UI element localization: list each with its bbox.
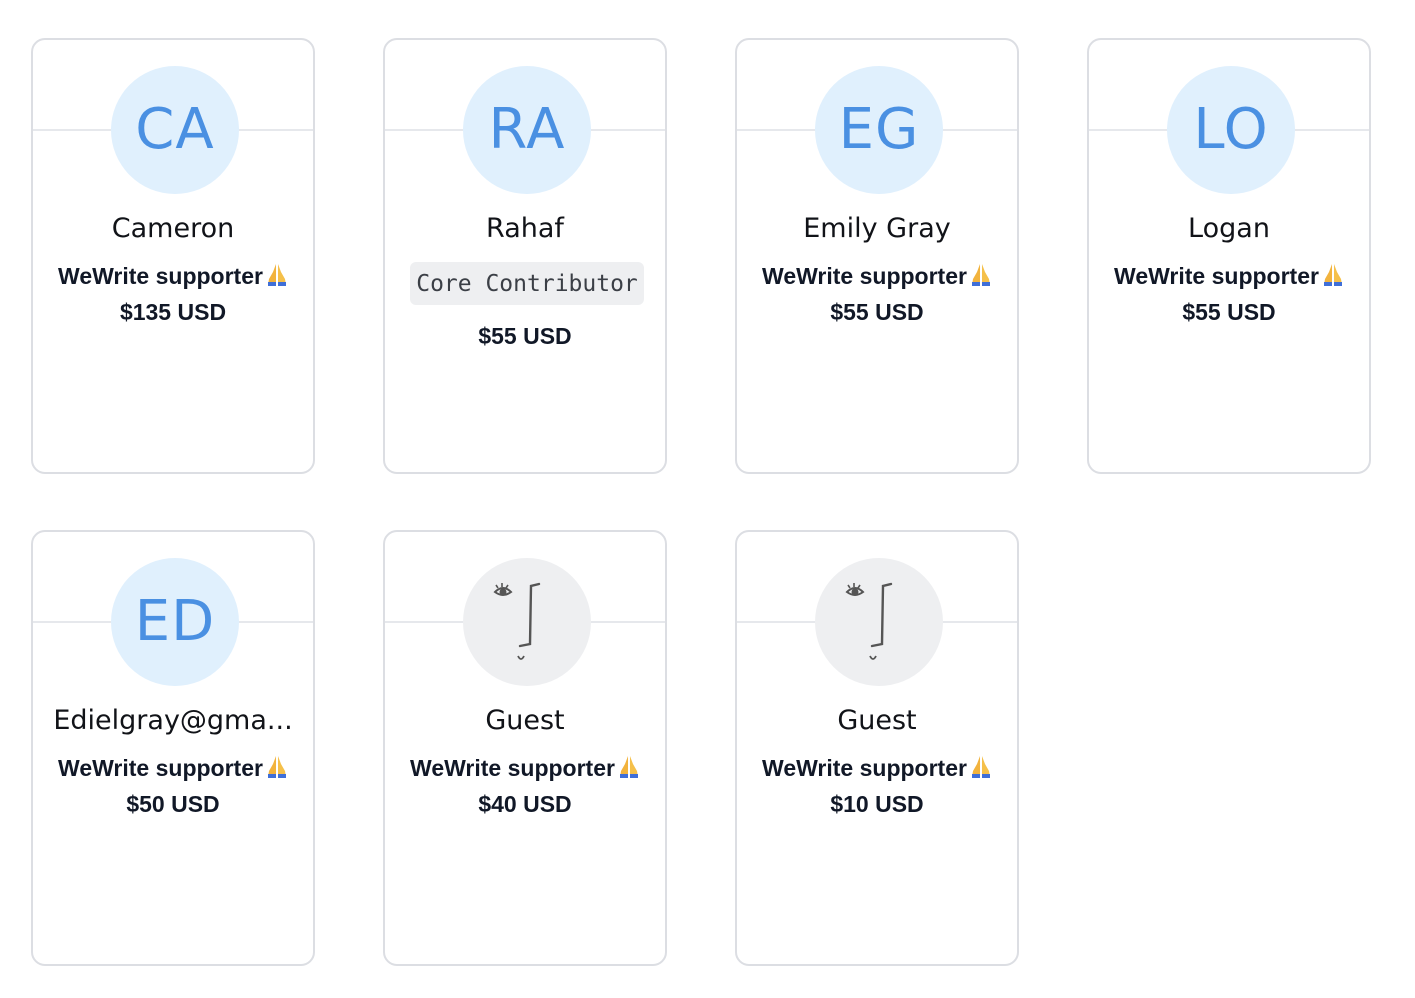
contributor-card[interactable]: RA Rahaf Core Contributor $55 USD [383, 38, 667, 474]
guest-face-icon [839, 570, 919, 675]
folded-hands-icon [1322, 262, 1344, 292]
contribution-amount: $40 USD [478, 791, 572, 817]
tier-text: WeWrite supporter [762, 755, 967, 781]
contributor-name: Cameron [111, 213, 235, 244]
avatar: ED [111, 558, 239, 686]
contribution-amount: $10 USD [830, 791, 924, 817]
tier-label: WeWrite supporter [741, 262, 1013, 292]
guest-avatar [463, 558, 591, 686]
contributor-name: Edielgray@gma... [53, 705, 293, 736]
tier-label: WeWrite supporter [37, 754, 309, 784]
contribution-amount: $135 USD [119, 299, 227, 325]
tier-label: WeWrite supporter [37, 262, 309, 292]
guest-face-icon [487, 570, 567, 675]
contributor-name: Logan [1188, 213, 1270, 244]
contribution-amount: $55 USD [1182, 299, 1276, 325]
guest-avatar [815, 558, 943, 686]
folded-hands-icon [618, 754, 640, 784]
avatar-initials: LO [1193, 97, 1269, 162]
folded-hands-icon [970, 754, 992, 784]
contribution-amount: $55 USD [478, 323, 572, 349]
tier-text: WeWrite supporter [58, 263, 263, 289]
tier-text: WeWrite supporter [410, 755, 615, 781]
avatar-initials: RA [488, 97, 566, 162]
contributor-card[interactable]: Guest WeWrite supporter $10 USD [735, 530, 1019, 966]
tier-text: WeWrite supporter [58, 755, 263, 781]
contributor-card[interactable]: EG Emily Gray WeWrite supporter $55 USD [735, 38, 1019, 474]
contributor-card[interactable]: Guest WeWrite supporter $40 USD [383, 530, 667, 966]
folded-hands-icon [266, 262, 288, 292]
avatar: CA [111, 66, 239, 194]
folded-hands-icon [266, 754, 288, 784]
avatar: RA [463, 66, 591, 194]
avatar-initials: CA [135, 97, 215, 162]
contribution-amount: $50 USD [126, 791, 220, 817]
contributor-name: Emily Gray [803, 213, 951, 244]
tier-text: WeWrite supporter [762, 263, 967, 289]
contributors-grid: CA Cameron WeWrite supporter $135 USD RA… [0, 0, 1415, 998]
core-contributor-badge: Core Contributor [410, 262, 644, 305]
tier-label: WeWrite supporter [389, 754, 661, 784]
contributor-name: Guest [485, 705, 565, 736]
contributor-card[interactable]: CA Cameron WeWrite supporter $135 USD [31, 38, 315, 474]
avatar: LO [1167, 66, 1295, 194]
folded-hands-icon [970, 262, 992, 292]
contributor-name: Guest [837, 705, 917, 736]
contributor-card[interactable]: LO Logan WeWrite supporter $55 USD [1087, 38, 1371, 474]
contributor-card[interactable]: ED Edielgray@gma... WeWrite supporter $5… [31, 530, 315, 966]
tier-text: WeWrite supporter [1114, 263, 1319, 289]
avatar-initials: ED [134, 589, 216, 654]
avatar: EG [815, 66, 943, 194]
tier-label: WeWrite supporter [741, 754, 1013, 784]
avatar-initials: EG [838, 97, 920, 162]
contribution-amount: $55 USD [830, 299, 924, 325]
contributor-name: Rahaf [486, 213, 564, 244]
tier-label: WeWrite supporter [1093, 262, 1365, 292]
